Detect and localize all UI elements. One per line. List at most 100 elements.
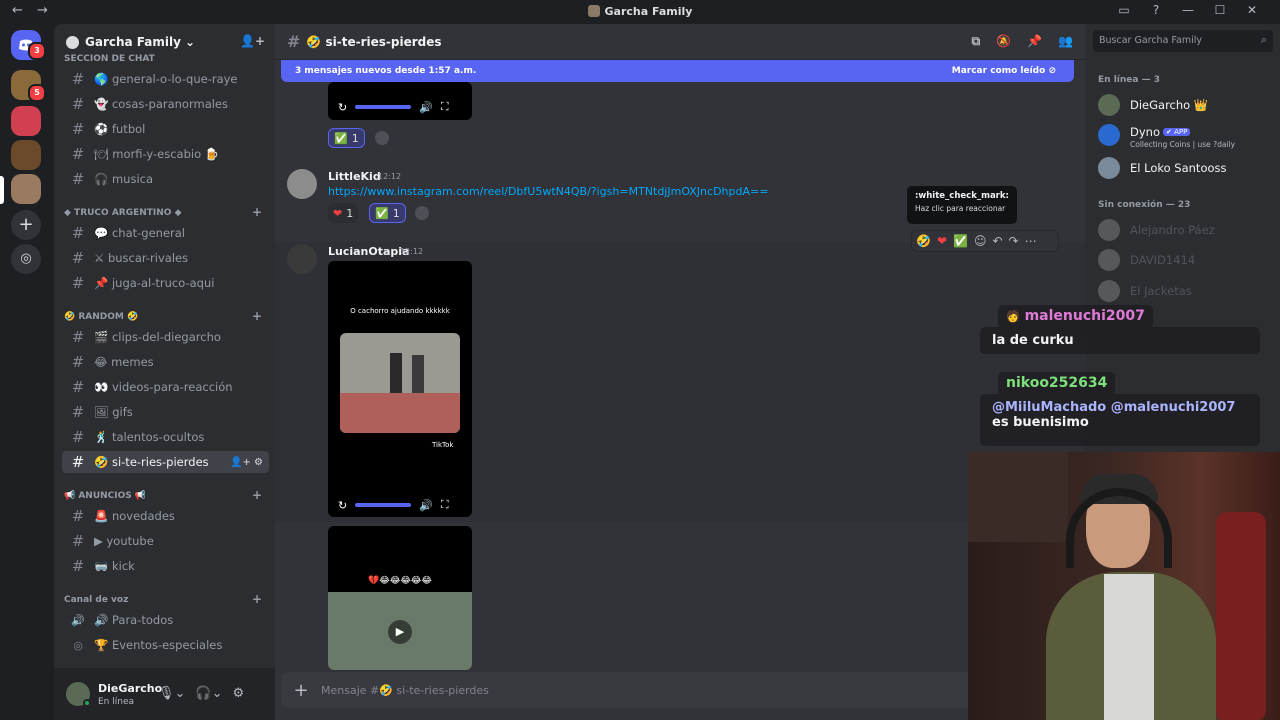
hash-icon: #	[71, 453, 85, 471]
channel-settings-icon[interactable]: 👤+ ⚙	[230, 457, 263, 468]
volume-icon[interactable]: 🔊	[419, 101, 433, 114]
channel-novedades[interactable]: # 🚨 novedades	[62, 505, 269, 527]
channel-gifs[interactable]: # 🖼 gifs	[62, 401, 269, 423]
channel-morfi[interactable]: # 🍽 morfi-y-escabio 🍺	[62, 143, 269, 165]
member-el-loko[interactable]: El Loko Santooss	[1098, 155, 1227, 181]
play-icon[interactable]: ▶	[388, 620, 412, 644]
voice-channel-eventos[interactable]: ◎ 🏆 Eventos-especiales	[62, 634, 269, 656]
voice-channel-para-todos[interactable]: 🔊 🔊 Para-todos	[62, 609, 269, 631]
message-author[interactable]: LittleKid	[328, 170, 381, 183]
channel-futbol[interactable]: # ⚽ futbol	[62, 118, 269, 140]
quick-reaction-check-icon[interactable]: ✅	[953, 234, 968, 248]
explore-icon[interactable]: ◎	[11, 244, 41, 274]
category-chat[interactable]: SECCION DE CHAT	[64, 54, 155, 64]
video-progress[interactable]	[355, 503, 412, 507]
hash-icon: #	[71, 170, 85, 188]
message-actions-toolbar: 🤣 ❤ ✅ ☺ ↶ ↷ ⋯	[911, 230, 1059, 252]
message-author[interactable]: LucianOtapia	[328, 245, 410, 258]
reaction-heart[interactable]: ❤ 1	[328, 203, 359, 223]
channel-videos-reaccion[interactable]: # 👀 videos-para-reacción	[62, 376, 269, 398]
hash-icon: #	[71, 249, 85, 267]
channel-general[interactable]: # 🌎 general-o-lo-que-raye	[62, 68, 269, 90]
fullscreen-icon[interactable]: ⛶	[441, 498, 449, 512]
category-truco[interactable]: ◆ TRUCO ARGENTINO ◆ +	[64, 205, 262, 219]
server-icon-garcha-family[interactable]	[11, 174, 41, 204]
server-icon-2[interactable]	[11, 106, 41, 136]
new-messages-banner[interactable]: 3 mensajes nuevos desde 1:57 a.m. Marcar…	[281, 60, 1074, 82]
video-attachment[interactable]: O cachorro ajudando kkkkkk TikTok ↻ 🔊 ⛶	[328, 261, 472, 517]
quick-reaction-laugh-icon[interactable]: 🤣	[916, 234, 931, 248]
channel-kick[interactable]: # 🥽 kick	[62, 555, 269, 577]
channel-chat-general[interactable]: # 💬 chat-general	[62, 222, 269, 244]
member-name: DAVID1414	[1130, 253, 1196, 267]
more-options-icon[interactable]: ⋯	[1025, 234, 1037, 248]
add-reaction-icon[interactable]	[375, 131, 389, 145]
reply-icon[interactable]: ↶	[992, 234, 1002, 248]
video-attachment-2[interactable]: 💔😂😂😂😂😂 ▶	[328, 526, 472, 670]
window-title-text: Garcha Family	[604, 5, 693, 18]
hash-icon: #	[71, 353, 85, 371]
member-diegarcho[interactable]: DieGarcho 👑	[1098, 92, 1208, 118]
category-anuncios[interactable]: 📢 ANUNCIOS 📢 +	[64, 488, 262, 502]
add-channel-icon[interactable]: +	[252, 488, 262, 502]
avatar[interactable]	[287, 244, 317, 274]
avatar[interactable]	[287, 169, 317, 199]
replay-icon[interactable]: ↻	[338, 499, 347, 512]
channel-memes[interactable]: # 😂 memes	[62, 351, 269, 373]
add-channel-icon[interactable]: +	[252, 205, 262, 219]
maximize-button[interactable]: ☐	[1204, 3, 1236, 17]
mark-as-read-button[interactable]: Marcar como leído ⊘	[952, 66, 1056, 76]
video-progress[interactable]	[355, 105, 412, 109]
reaction-check[interactable]: ✅ 1	[328, 128, 365, 148]
attach-plus-icon[interactable]: +	[281, 680, 321, 701]
dm-unread-badge: 3	[28, 42, 46, 60]
notifications-muted-icon[interactable]: 🔕	[996, 34, 1011, 49]
forward-icon[interactable]: ↷	[1009, 234, 1019, 248]
channel-label: 💬 chat-general	[94, 226, 186, 240]
category-voz[interactable]: Canal de voz +	[64, 592, 262, 606]
reaction-check[interactable]: ✅ 1	[369, 203, 406, 223]
threads-icon[interactable]: ⧉	[972, 34, 981, 49]
message-composer[interactable]: + Mensaje #🤣 si-te-ries-pierdes 🎁	[281, 672, 1071, 708]
add-server-icon[interactable]: +	[11, 210, 41, 240]
add-reaction-icon[interactable]: ☺	[974, 234, 987, 248]
message-link[interactable]: https://www.instagram.com/reel/DbfU5wtN4…	[328, 185, 768, 198]
channel-juga-truco[interactable]: # 📌 juga-al-truco-aqui	[62, 272, 269, 294]
add-channel-icon[interactable]: +	[252, 309, 262, 323]
member-jacketas[interactable]: El Jacketas	[1098, 278, 1192, 304]
quick-reaction-heart-icon[interactable]: ❤	[937, 234, 947, 248]
channel-clips[interactable]: # 🎬 clips-del-diegarcho	[62, 326, 269, 348]
member-alejandro[interactable]: Alejandro Páez	[1098, 217, 1215, 243]
user-name[interactable]: DieGarcho	[98, 682, 162, 695]
search-input[interactable]: Buscar Garcha Family ⌕	[1093, 30, 1273, 52]
avatar	[1098, 280, 1120, 302]
composer-input[interactable]: Mensaje #🤣 si-te-ries-pierdes	[321, 684, 489, 697]
category-random[interactable]: 🤣 RANDOM 🤣 +	[64, 309, 262, 323]
inbox-icon[interactable]: ▭	[1108, 3, 1140, 17]
server-icon-3[interactable]	[11, 140, 41, 170]
channel-paranormales[interactable]: # 👻 cosas-paranormales	[62, 93, 269, 115]
headphones-icon[interactable]: 🎧⌄	[195, 686, 222, 701]
channel-youtube[interactable]: # ▶ youtube	[62, 530, 269, 552]
add-reaction-icon[interactable]	[415, 206, 429, 220]
volume-icon[interactable]: 🔊	[419, 499, 433, 512]
add-channel-icon[interactable]: +	[252, 592, 262, 606]
member-david[interactable]: DAVID1414	[1098, 247, 1195, 273]
fullscreen-icon[interactable]: ⛶	[441, 100, 449, 114]
channel-buscar-rivales[interactable]: # ⚔ buscar-rivales	[62, 247, 269, 269]
help-icon[interactable]: ?	[1140, 3, 1172, 17]
online-status-dot	[83, 699, 91, 707]
member-dyno[interactable]: Dyno ✔ APP Collecting Coins | use ?daily	[1098, 122, 1235, 149]
channel-talentos[interactable]: # 🕺 talentos-ocultos	[62, 426, 269, 448]
microphone-icon[interactable]: 🎙⌄	[158, 686, 185, 701]
member-list-icon[interactable]: 👥	[1058, 34, 1073, 49]
channel-si-te-ries-pierdes[interactable]: # 🤣 si-te-ries-pierdes 👤+ ⚙	[62, 451, 269, 473]
settings-gear-icon[interactable]: ⚙	[233, 686, 245, 701]
channel-musica[interactable]: # 🎧 musica	[62, 168, 269, 190]
minimize-button[interactable]: —	[1172, 3, 1204, 17]
pin-icon[interactable]: 📌	[1027, 34, 1042, 49]
video-attachment-prev[interactable]: ↻ 🔊 ⛶	[328, 82, 472, 120]
invite-people-icon[interactable]: 👤+	[240, 34, 265, 48]
close-button[interactable]: ✕	[1236, 3, 1268, 17]
replay-icon[interactable]: ↻	[338, 101, 347, 114]
